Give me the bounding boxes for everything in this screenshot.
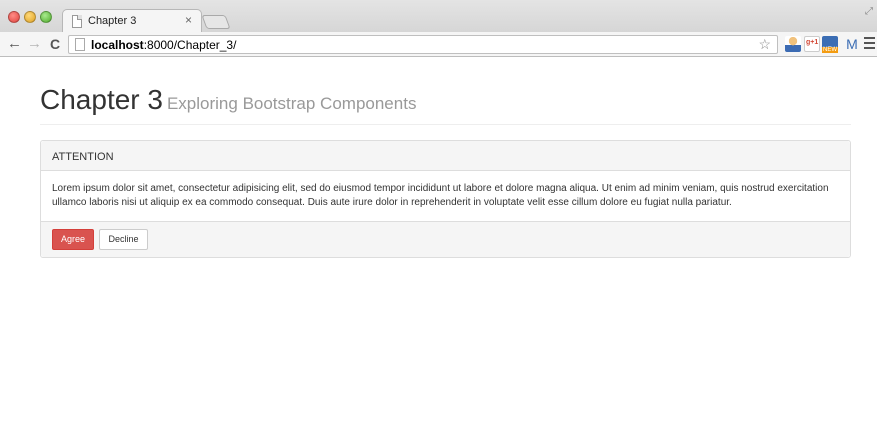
back-arrow-icon[interactable]: ←	[7, 36, 22, 52]
zoom-window-icon[interactable]	[40, 11, 52, 23]
browser-tab[interactable]: Chapter 3 ×	[62, 9, 202, 33]
fullscreen-icon[interactable]: ⤢	[865, 6, 873, 17]
page-header: Chapter 3 Exploring Bootstrap Components	[40, 85, 851, 125]
page-subtitle: Exploring Bootstrap Components	[166, 94, 417, 113]
panel-footer: Agree Decline	[41, 221, 850, 257]
reload-icon[interactable]: C	[50, 36, 60, 52]
forward-arrow-icon[interactable]: →	[27, 36, 42, 52]
page-icon	[75, 38, 85, 51]
page-title-text: Chapter 3	[40, 84, 163, 115]
google-plus-icon[interactable]	[804, 36, 820, 52]
page-icon	[72, 15, 82, 28]
new-badge-icon[interactable]	[822, 36, 838, 53]
address-bar[interactable]: localhost:8000/Chapter_3/ ☆	[68, 35, 778, 54]
page-title: Chapter 3 Exploring Bootstrap Components	[40, 85, 851, 119]
browser-toolbar: ← → C localhost:8000/Chapter_3/ ☆ M	[0, 32, 877, 57]
agree-button[interactable]: Agree	[52, 229, 95, 250]
minimize-window-icon[interactable]	[24, 11, 36, 23]
bookmark-star-icon[interactable]: ☆	[758, 36, 771, 53]
attention-panel: ATTENTION Lorem ipsum dolor sit amet, co…	[40, 140, 851, 258]
decline-button[interactable]: Decline	[99, 229, 148, 250]
url-text[interactable]: localhost:8000/Chapter_3/	[91, 38, 236, 52]
url-path: :8000/Chapter_3/	[143, 38, 237, 52]
close-window-icon[interactable]	[8, 11, 20, 23]
extension-person-icon[interactable]	[785, 36, 801, 52]
menu-icon[interactable]	[864, 37, 875, 52]
new-tab-button[interactable]	[201, 15, 231, 29]
browser-titlebar: Chapter 3 × ⤢	[0, 0, 877, 33]
panel-heading: ATTENTION	[41, 141, 850, 171]
tab-title: Chapter 3	[88, 15, 137, 27]
url-host: localhost	[91, 38, 144, 52]
page-viewport: Chapter 3 Exploring Bootstrap Components …	[0, 58, 877, 428]
gmail-icon[interactable]: M	[844, 36, 860, 52]
panel-body: Lorem ipsum dolor sit amet, consectetur …	[52, 183, 829, 208]
tab-close-icon[interactable]: ×	[185, 13, 192, 27]
